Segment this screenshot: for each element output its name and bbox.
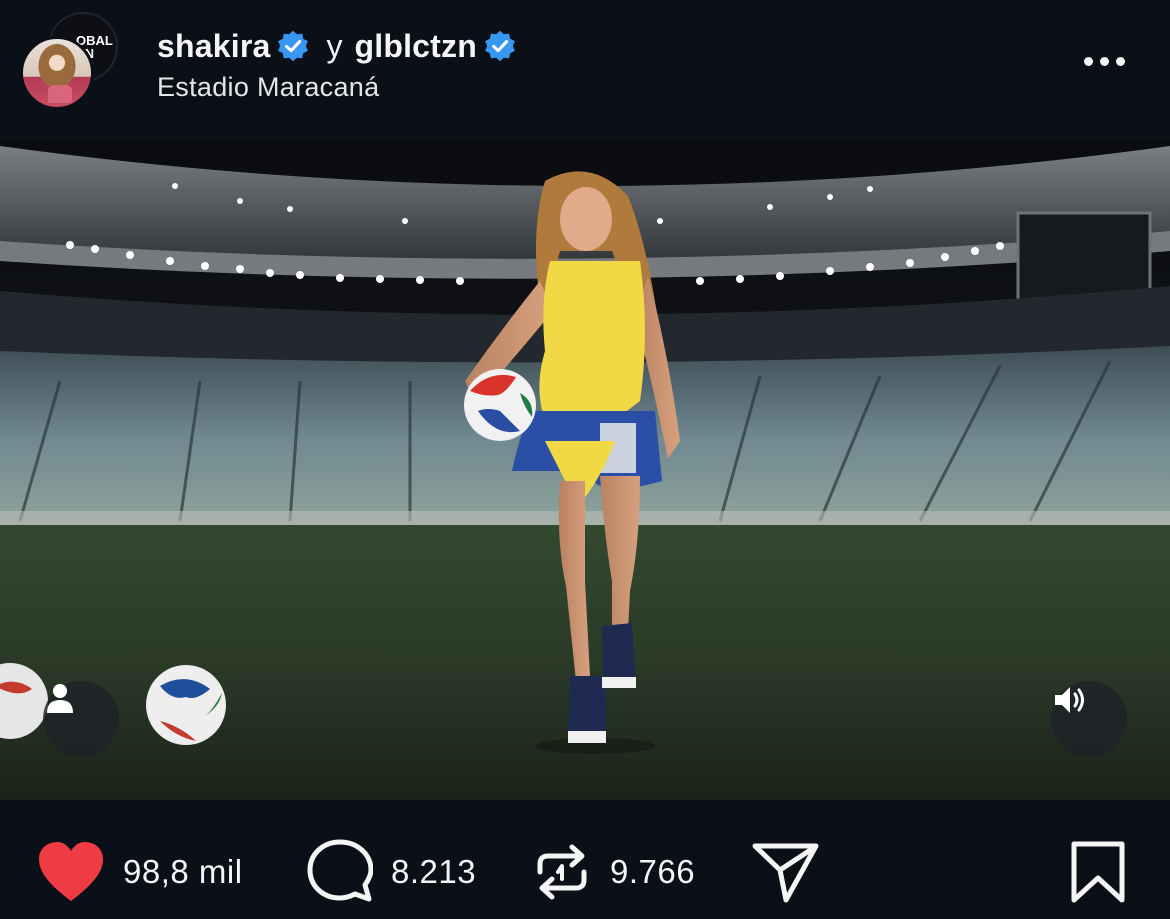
username-collab[interactable]: glblctzn: [354, 28, 476, 65]
collab-avatars[interactable]: OBAL EN: [20, 12, 120, 112]
dot-icon: [1115, 56, 1125, 66]
dot-icon: [1083, 56, 1093, 66]
comment-button[interactable]: 8.213: [307, 839, 476, 905]
location-link[interactable]: Estadio Maracaná: [157, 72, 379, 103]
likes-count[interactable]: 98,8 mil: [123, 853, 243, 891]
person-icon: [47, 684, 73, 713]
stadium-scene: [0, 141, 1170, 800]
mute-toggle-button[interactable]: [1051, 681, 1127, 757]
comment-icon[interactable]: [307, 839, 373, 905]
heart-icon[interactable]: [37, 841, 105, 903]
repost-button[interactable]: 9.766: [532, 840, 695, 904]
dot-icon: [1099, 56, 1109, 66]
like-button[interactable]: 98,8 mil: [37, 840, 243, 904]
share-button[interactable]: [752, 840, 820, 904]
comments-count[interactable]: 8.213: [391, 853, 476, 891]
save-button[interactable]: [1070, 840, 1126, 904]
reposts-count[interactable]: 9.766: [610, 853, 695, 891]
more-options-button[interactable]: [1078, 46, 1130, 76]
post-header: OBAL EN shakira y glblctzn Estadio Marac…: [0, 0, 1170, 140]
verified-badge-icon: [278, 30, 309, 62]
speaker-icon: [1055, 687, 1084, 713]
verified-badge-icon: [485, 30, 515, 62]
action-bar: 98,8 mil 8.213 9.766: [0, 800, 1170, 919]
bookmark-icon[interactable]: [1070, 840, 1126, 904]
post-card: OBAL EN shakira y glblctzn Estadio Marac…: [0, 0, 1170, 919]
avatar[interactable]: [20, 36, 94, 110]
tagged-people-button[interactable]: [43, 681, 119, 757]
post-video[interactable]: [0, 141, 1170, 800]
author-line: shakira y glblctzn: [157, 24, 517, 68]
collab-joiner: y: [326, 27, 343, 64]
send-icon[interactable]: [752, 840, 820, 904]
repost-icon[interactable]: [532, 842, 592, 902]
username-primary[interactable]: shakira: [157, 28, 270, 65]
